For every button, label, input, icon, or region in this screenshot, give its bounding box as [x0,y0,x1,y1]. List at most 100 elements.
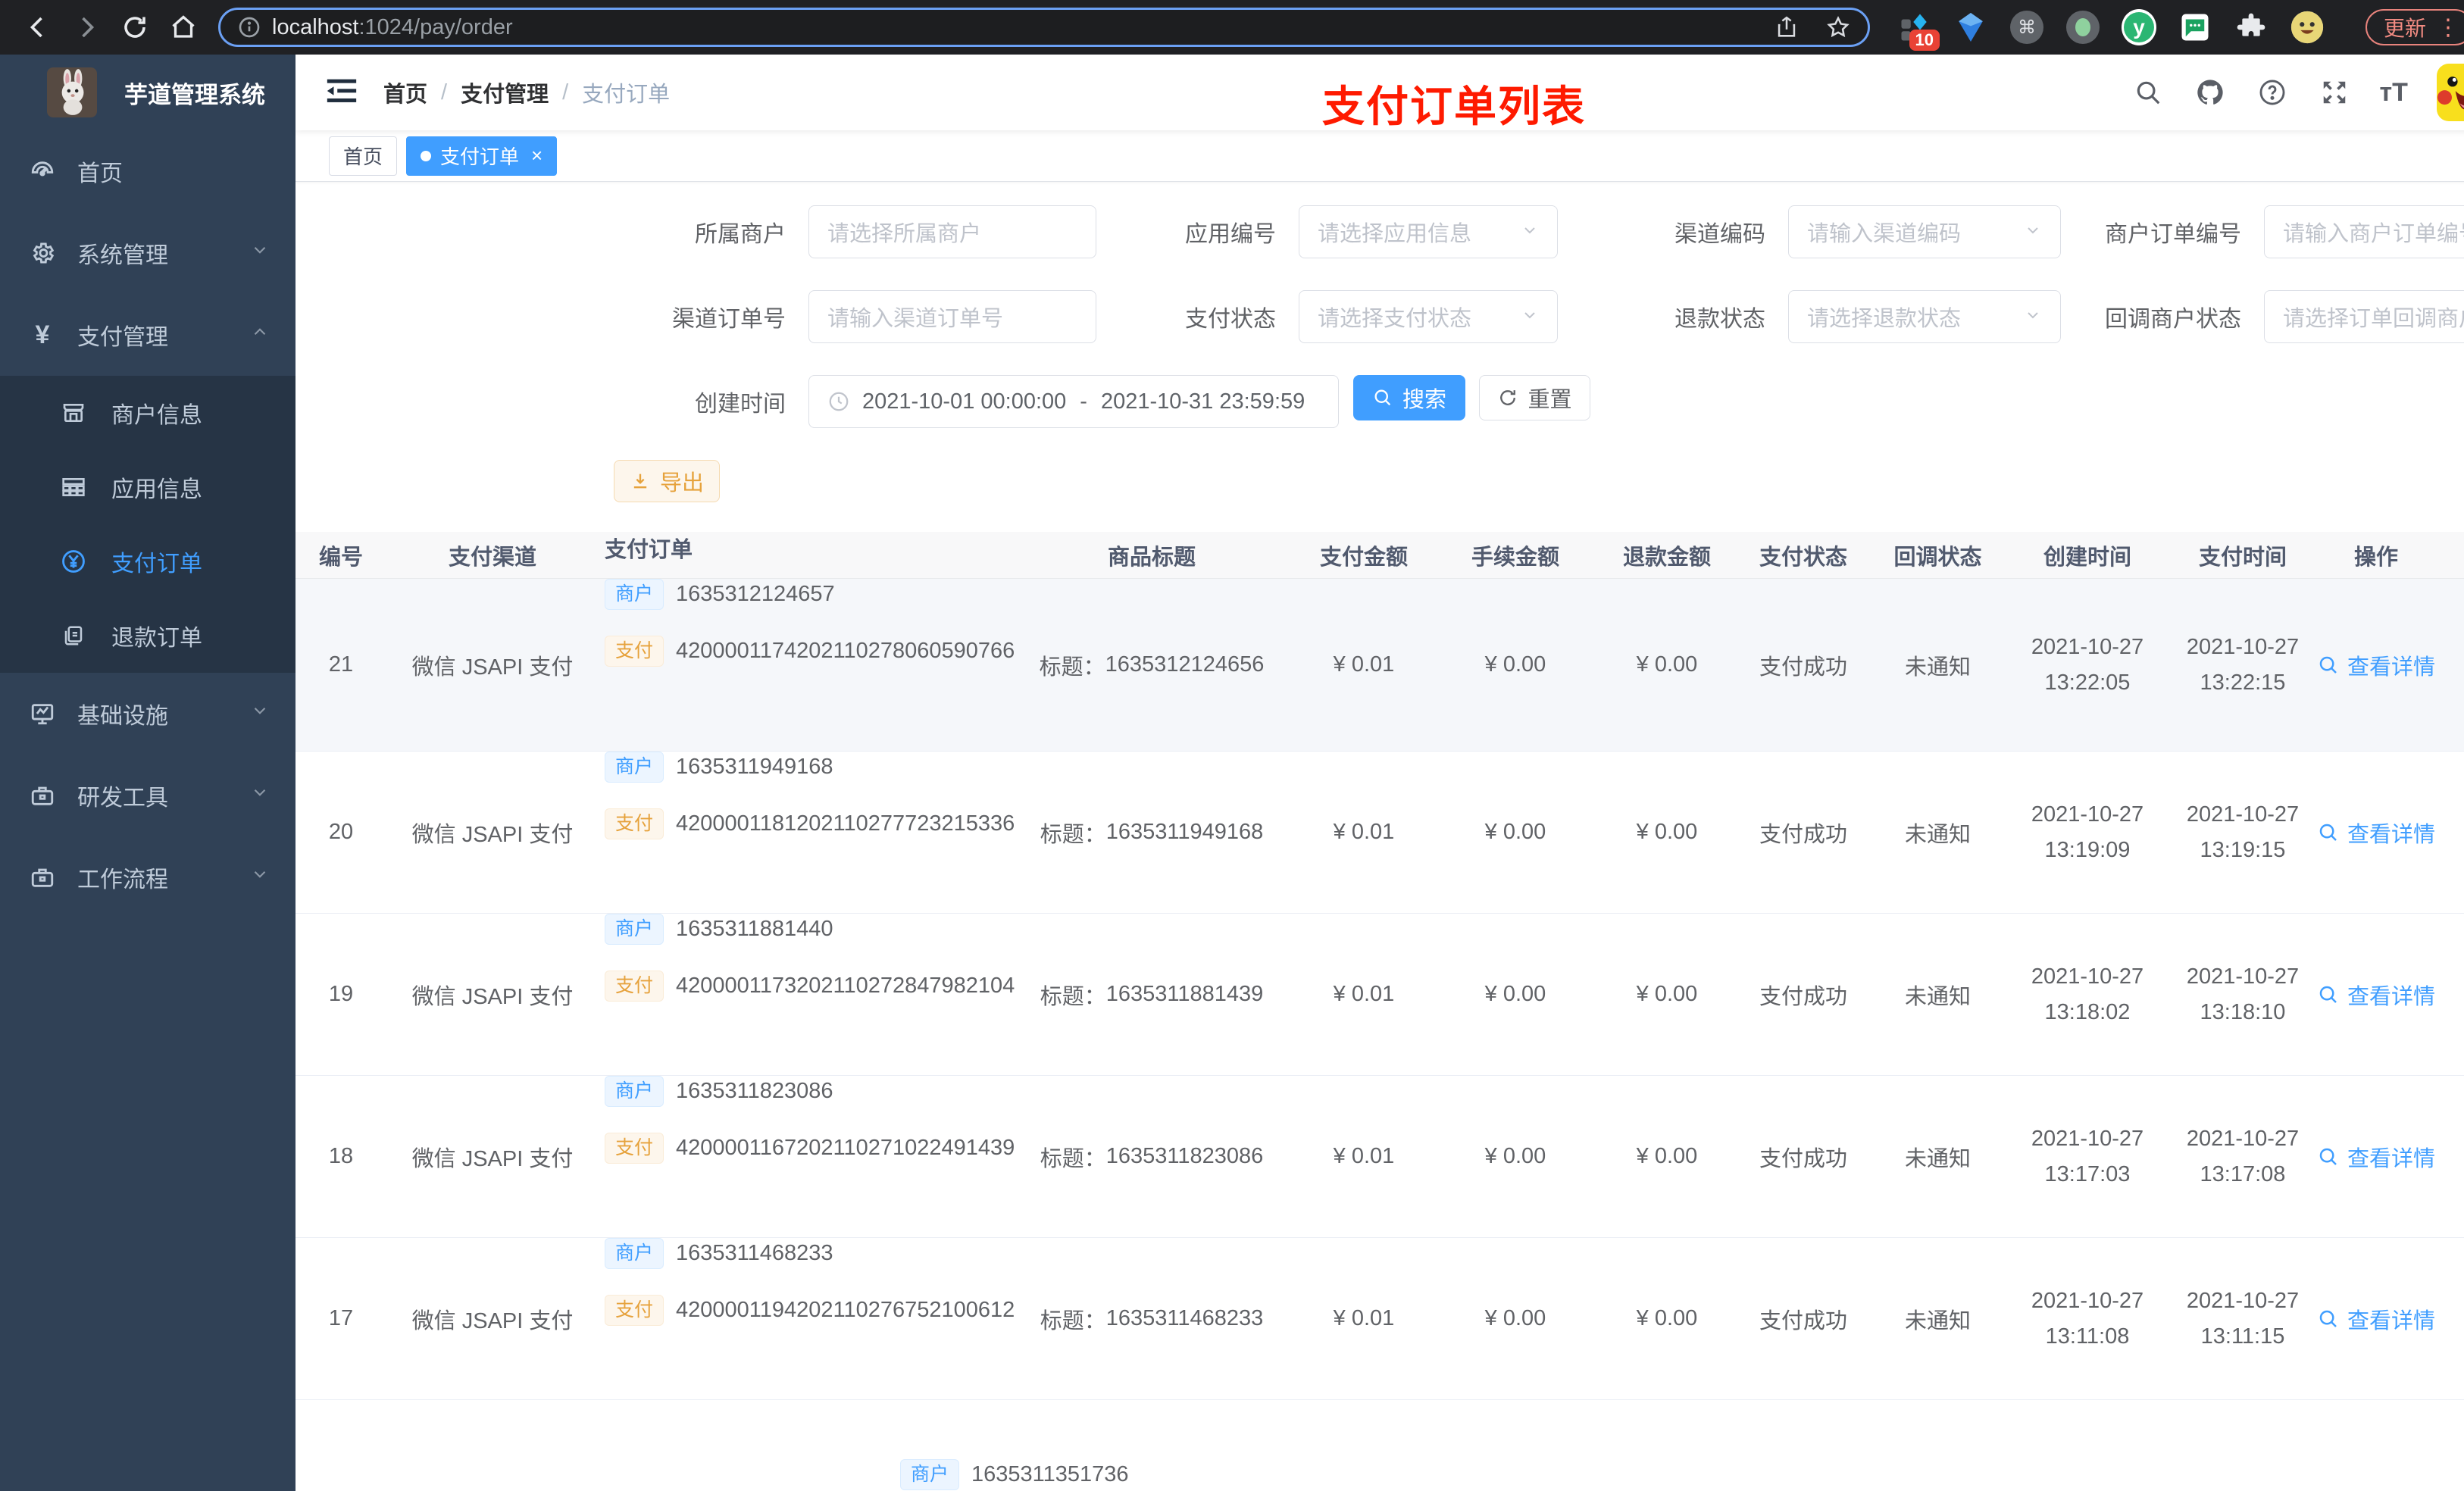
view-detail-link[interactable]: 查看详情 [2288,579,2464,751]
magnifier-icon [2319,986,2337,1003]
bookmark-star-icon[interactable] [1825,14,1851,40]
address-bar[interactable]: localhost:1024/pay/order [218,8,1870,47]
merchant-order-no: 1635311881440 [676,917,833,941]
dashboard-icon [27,158,58,184]
github-icon[interactable] [2194,76,2227,109]
breadcrumb-pay-mgmt[interactable]: 支付管理 [461,77,549,108]
extensions-puzzle-icon[interactable] [2234,10,2269,45]
search-icon[interactable] [2131,76,2165,109]
merchant-order-no-input[interactable]: 请输入商户订单编号 [2264,205,2464,258]
merchant-select[interactable]: 请选择所属商户 [808,205,1096,258]
pay-time: 2021-10-27 13:17:08 [2186,1126,2300,1186]
fee-amount: ¥ 0.00 [1484,652,1546,677]
chevron-down-icon [250,783,270,808]
pay-order-no: 4200001194202110276752100612 [676,1298,1015,1322]
annotation-title: 支付订单列表 [1322,83,1586,130]
chevron-up-icon [250,322,270,348]
fullscreen-icon[interactable] [2318,76,2351,109]
extension-icon-4[interactable] [2065,10,2100,45]
active-dot [421,150,432,161]
refresh-icon [1500,390,1516,405]
notify-status-select[interactable]: 请选择订单回调商户状态 [2264,290,2464,343]
sidebar-item-merchant-info[interactable]: 商户信息 [0,376,295,450]
help-icon[interactable] [2256,76,2289,109]
extension-icon-5[interactable]: y [2122,9,2156,45]
back-icon[interactable] [21,11,55,44]
search-icon [1374,389,1391,406]
app-select[interactable]: 请选择应用信息 [1299,205,1558,258]
reset-button[interactable]: 重置 [1479,375,1590,420]
view-detail-link[interactable]: 查看详情 [2288,1076,2464,1237]
sidebar-item-refund-order[interactable]: 退款订单 [0,599,295,673]
notify-status: 未通知 [1904,1308,1971,1333]
sidebar-item-pay[interactable]: ¥ 支付管理 [0,294,295,376]
user-avatar[interactable] [2436,64,2464,121]
refund-amount: ¥ 0.00 [1636,820,1698,844]
app-logo-row[interactable]: 芋道管理系统 [0,55,295,130]
yen-icon: ¥ [35,320,50,349]
browser-update-button[interactable]: 更新 ⋮ [2366,9,2464,45]
breadcrumb-home[interactable]: 首页 [383,77,427,108]
notify-status: 未通知 [1904,655,1971,680]
sidebar-item-system[interactable]: 系统管理 [0,212,295,294]
download-icon [633,474,647,489]
font-size-icon[interactable]: ᴛT [2380,78,2408,108]
sidebar-item-infra[interactable]: 基础设施 [0,673,295,755]
tag-home[interactable]: 首页 [329,136,398,176]
sidebar: 芋道管理系统 首页 系统管理 ¥ 支付管理 商户信息 应用信息 支付订单 退款订… [0,55,295,1491]
pay-status: 支付成功 [1759,984,1847,1009]
tag-pay-order[interactable]: 支付订单 × [406,136,558,176]
create-time-range-picker[interactable]: 2021-10-01 00:00:00 - 2021-10-31 23:59:5… [808,375,1339,428]
clock-icon [829,392,849,411]
home-icon[interactable] [167,11,200,44]
merchant-order-no: 1635312124657 [676,582,835,606]
view-detail-link[interactable]: 查看详情 [2288,1238,2464,1399]
merchant-tag: 商户 [605,1076,664,1107]
pay-order-ids: 商户 1635311949168 支付 4200001181202110277723… [599,752,1015,913]
view-detail-link[interactable]: 查看详情 [2288,752,2464,913]
share-icon[interactable] [1774,14,1800,40]
forward-icon[interactable] [70,11,103,44]
pay-order-no: 4200001174202110278060590766 [676,639,1015,663]
extension-icon-1[interactable]: 10 [1897,10,1940,51]
sidebar-item-home[interactable]: 首页 [0,130,295,212]
monitor-chart-icon [27,701,58,727]
profile-avatar-icon[interactable] [2290,10,2325,45]
pay-status-select[interactable]: 请选择支付状态 [1299,290,1558,343]
browser-menu-icon[interactable]: ⋮ [2437,14,2459,41]
chevron-down-icon [1521,221,1539,243]
refund-doc-icon [58,624,89,647]
extension-icon-6[interactable] [2178,10,2212,45]
sidebar-item-pay-order[interactable]: 支付订单 [0,524,295,599]
export-button[interactable]: 导出 [614,460,720,502]
create-time: 2021-10-27 13:19:09 [2031,802,2144,862]
table-row: 17 微信 JSAPI 支付 商户 1635311468233 支付 4200001… [295,1238,2464,1400]
sidebar-item-workflow[interactable]: 工作流程 [0,836,295,918]
reload-icon[interactable] [118,11,152,44]
top-navbar: 首页 / 支付管理 / 支付订单 支付订单列表 ᴛT [295,55,2464,130]
notify-status: 未通知 [1904,984,1971,1009]
search-button[interactable]: 搜索 [1353,375,1465,420]
merchant-tag: 商户 [605,752,664,783]
extension-icon-2[interactable] [1953,10,1988,45]
tags-view-bar: 首页 支付订单 × [295,130,2464,182]
channel-order-no-input[interactable]: 请输入渠道订单号 [808,290,1096,343]
site-info-icon[interactable] [237,15,261,39]
sidebar-toggle-icon[interactable] [324,76,359,110]
merchant-tag: 商户 [605,914,664,945]
extension-icon-3[interactable]: ⌘ [2009,10,2044,45]
merchant-tag: 商户 [605,1238,664,1269]
pay-status: 支付成功 [1759,1146,1847,1171]
filter-form: 所属商户 请选择所属商户 应用编号 请选择应用信息 渠道编码 请输入渠道编码 商… [295,182,2464,428]
pay-time: 2021-10-27 13:22:15 [2186,634,2300,695]
sidebar-item-app-info[interactable]: 应用信息 [0,450,295,524]
url-text: localhost:1024/pay/order [272,14,513,39]
pay-amount: ¥ 0.01 [1333,982,1395,1006]
merchant-tag: 商户 [900,1459,960,1490]
view-detail-link[interactable]: 查看详情 [2288,914,2464,1075]
pay-order-ids: 商户 1635311881440 支付 4200001173202110272847… [599,914,1015,1075]
tag-close-icon[interactable]: × [531,144,543,167]
merchant-order-no: 1635311949168 [676,755,833,779]
sidebar-item-dev-tools[interactable]: 研发工具 [0,755,295,836]
pay-tag: 支付 [605,808,664,839]
